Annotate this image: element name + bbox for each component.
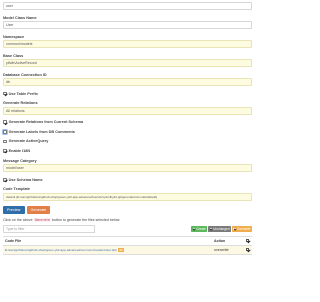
table-row: E:\xampp\htdocs\github-shop\green-yii2-a… (3, 245, 252, 256)
namespace-input[interactable]: common\models (3, 40, 252, 48)
action-header: Action (212, 235, 244, 247)
table-name-input[interactable]: user (3, 2, 252, 10)
use-schema-name-checkbox[interactable] (3, 177, 7, 182)
labels-from-db-row[interactable]: Generate Labels from DB Comments (2, 129, 252, 135)
enable-i18n-label: Enable I18N (8, 149, 31, 154)
file-status-filters: Create Unchanged Overwrite (191, 225, 252, 232)
diff-badge[interactable]: diff (117, 248, 124, 253)
preview-button[interactable]: Preview (3, 205, 25, 214)
relations-from-schema-checkbox[interactable] (3, 120, 7, 125)
code-template-select[interactable]: default (E:\xampp\htdocs\github-shop\gre… (3, 192, 252, 201)
generate-relations-select[interactable]: All relations (3, 106, 252, 115)
labels-from-db-label: Generate Labels from DB Comments (8, 129, 75, 134)
use-table-prefix-row[interactable]: Use Table Prefix (3, 92, 252, 96)
message-category-input[interactable]: model/user (3, 164, 252, 173)
action-buttons: Preview Generate (3, 205, 252, 214)
model-class-input[interactable]: User (3, 21, 252, 29)
help-code: Generate (33, 217, 51, 222)
create-filter-label: Create (196, 226, 206, 231)
row-select-checkbox[interactable] (246, 248, 250, 252)
file-filter-input[interactable]: Type to filter (3, 224, 95, 233)
unchanged-filter-tag[interactable]: Unchanged (208, 225, 231, 232)
generate-help-text: Click on the above Generate button to ge… (3, 217, 252, 222)
files-table-header: Code File Action (3, 235, 252, 247)
help-text-after: button to generate the files selected be… (50, 217, 121, 222)
base-class-label: Base Class (3, 53, 24, 58)
enable-i18n-checkbox[interactable] (3, 149, 7, 153)
use-schema-name-label: Use Schema Name (8, 177, 43, 182)
use-table-prefix-checkbox[interactable] (3, 91, 7, 96)
namespace-label: Namespace (3, 34, 25, 39)
unchanged-filter-label: Unchanged (213, 226, 230, 231)
select-all-header[interactable] (244, 235, 252, 247)
model-generator-form: user Model Class Name User Namespace com… (0, 2, 255, 256)
create-filter-checkbox[interactable] (192, 227, 196, 231)
use-table-prefix-label: Use Table Prefix (8, 91, 38, 96)
file-filter-row: Type to filter Create Unchanged Overwrit… (3, 224, 252, 233)
db-connection-input[interactable]: db (3, 78, 252, 86)
overwrite-filter-checkbox[interactable] (233, 227, 236, 231)
files-table: Code File Action E:\xampp\htdocs\github-… (3, 235, 252, 256)
overwrite-filter-tag[interactable]: Overwrite (231, 225, 252, 232)
code-file-link[interactable]: E:\xampp\htdocs\github-shop\green-yii2-a… (5, 248, 117, 252)
db-connection-label: Database Connection ID (3, 72, 47, 77)
relations-from-schema-label: Generate Relations from Current Schema (8, 120, 84, 125)
generate-relations-label: Generate Relations (3, 101, 38, 106)
message-category-label: Message Category (3, 158, 37, 163)
code-template-label: Code Template (3, 187, 30, 192)
enable-i18n-row[interactable]: Enable I18N (3, 149, 252, 153)
labels-from-db-checkbox[interactable] (2, 129, 8, 135)
code-file-header: Code File (3, 235, 212, 247)
generate-activequery-checkbox[interactable] (3, 139, 7, 144)
model-class-label: Model Class Name (3, 15, 37, 20)
action-cell: overwrite (212, 245, 244, 256)
code-file-cell: E:\xampp\htdocs\github-shop\green-yii2-a… (3, 245, 212, 256)
help-text-before: Click on the above (3, 217, 34, 222)
use-schema-name-row[interactable]: Use Schema Name (3, 178, 252, 182)
generate-activequery-row[interactable]: Generate ActiveQuery (3, 139, 252, 143)
row-select-cell[interactable] (244, 245, 252, 256)
select-all-checkbox[interactable] (246, 238, 250, 243)
generate-activequery-label: Generate ActiveQuery (8, 139, 49, 144)
relations-from-schema-row[interactable]: Generate Relations from Current Schema (3, 120, 252, 124)
overwrite-filter-label: Overwrite (236, 226, 251, 231)
create-filter-tag[interactable]: Create (191, 225, 208, 232)
unchanged-filter-checkbox[interactable] (209, 227, 213, 231)
base-class-input[interactable]: yii\db\ActiveRecord (3, 59, 252, 67)
generate-button[interactable]: Generate (26, 205, 51, 214)
